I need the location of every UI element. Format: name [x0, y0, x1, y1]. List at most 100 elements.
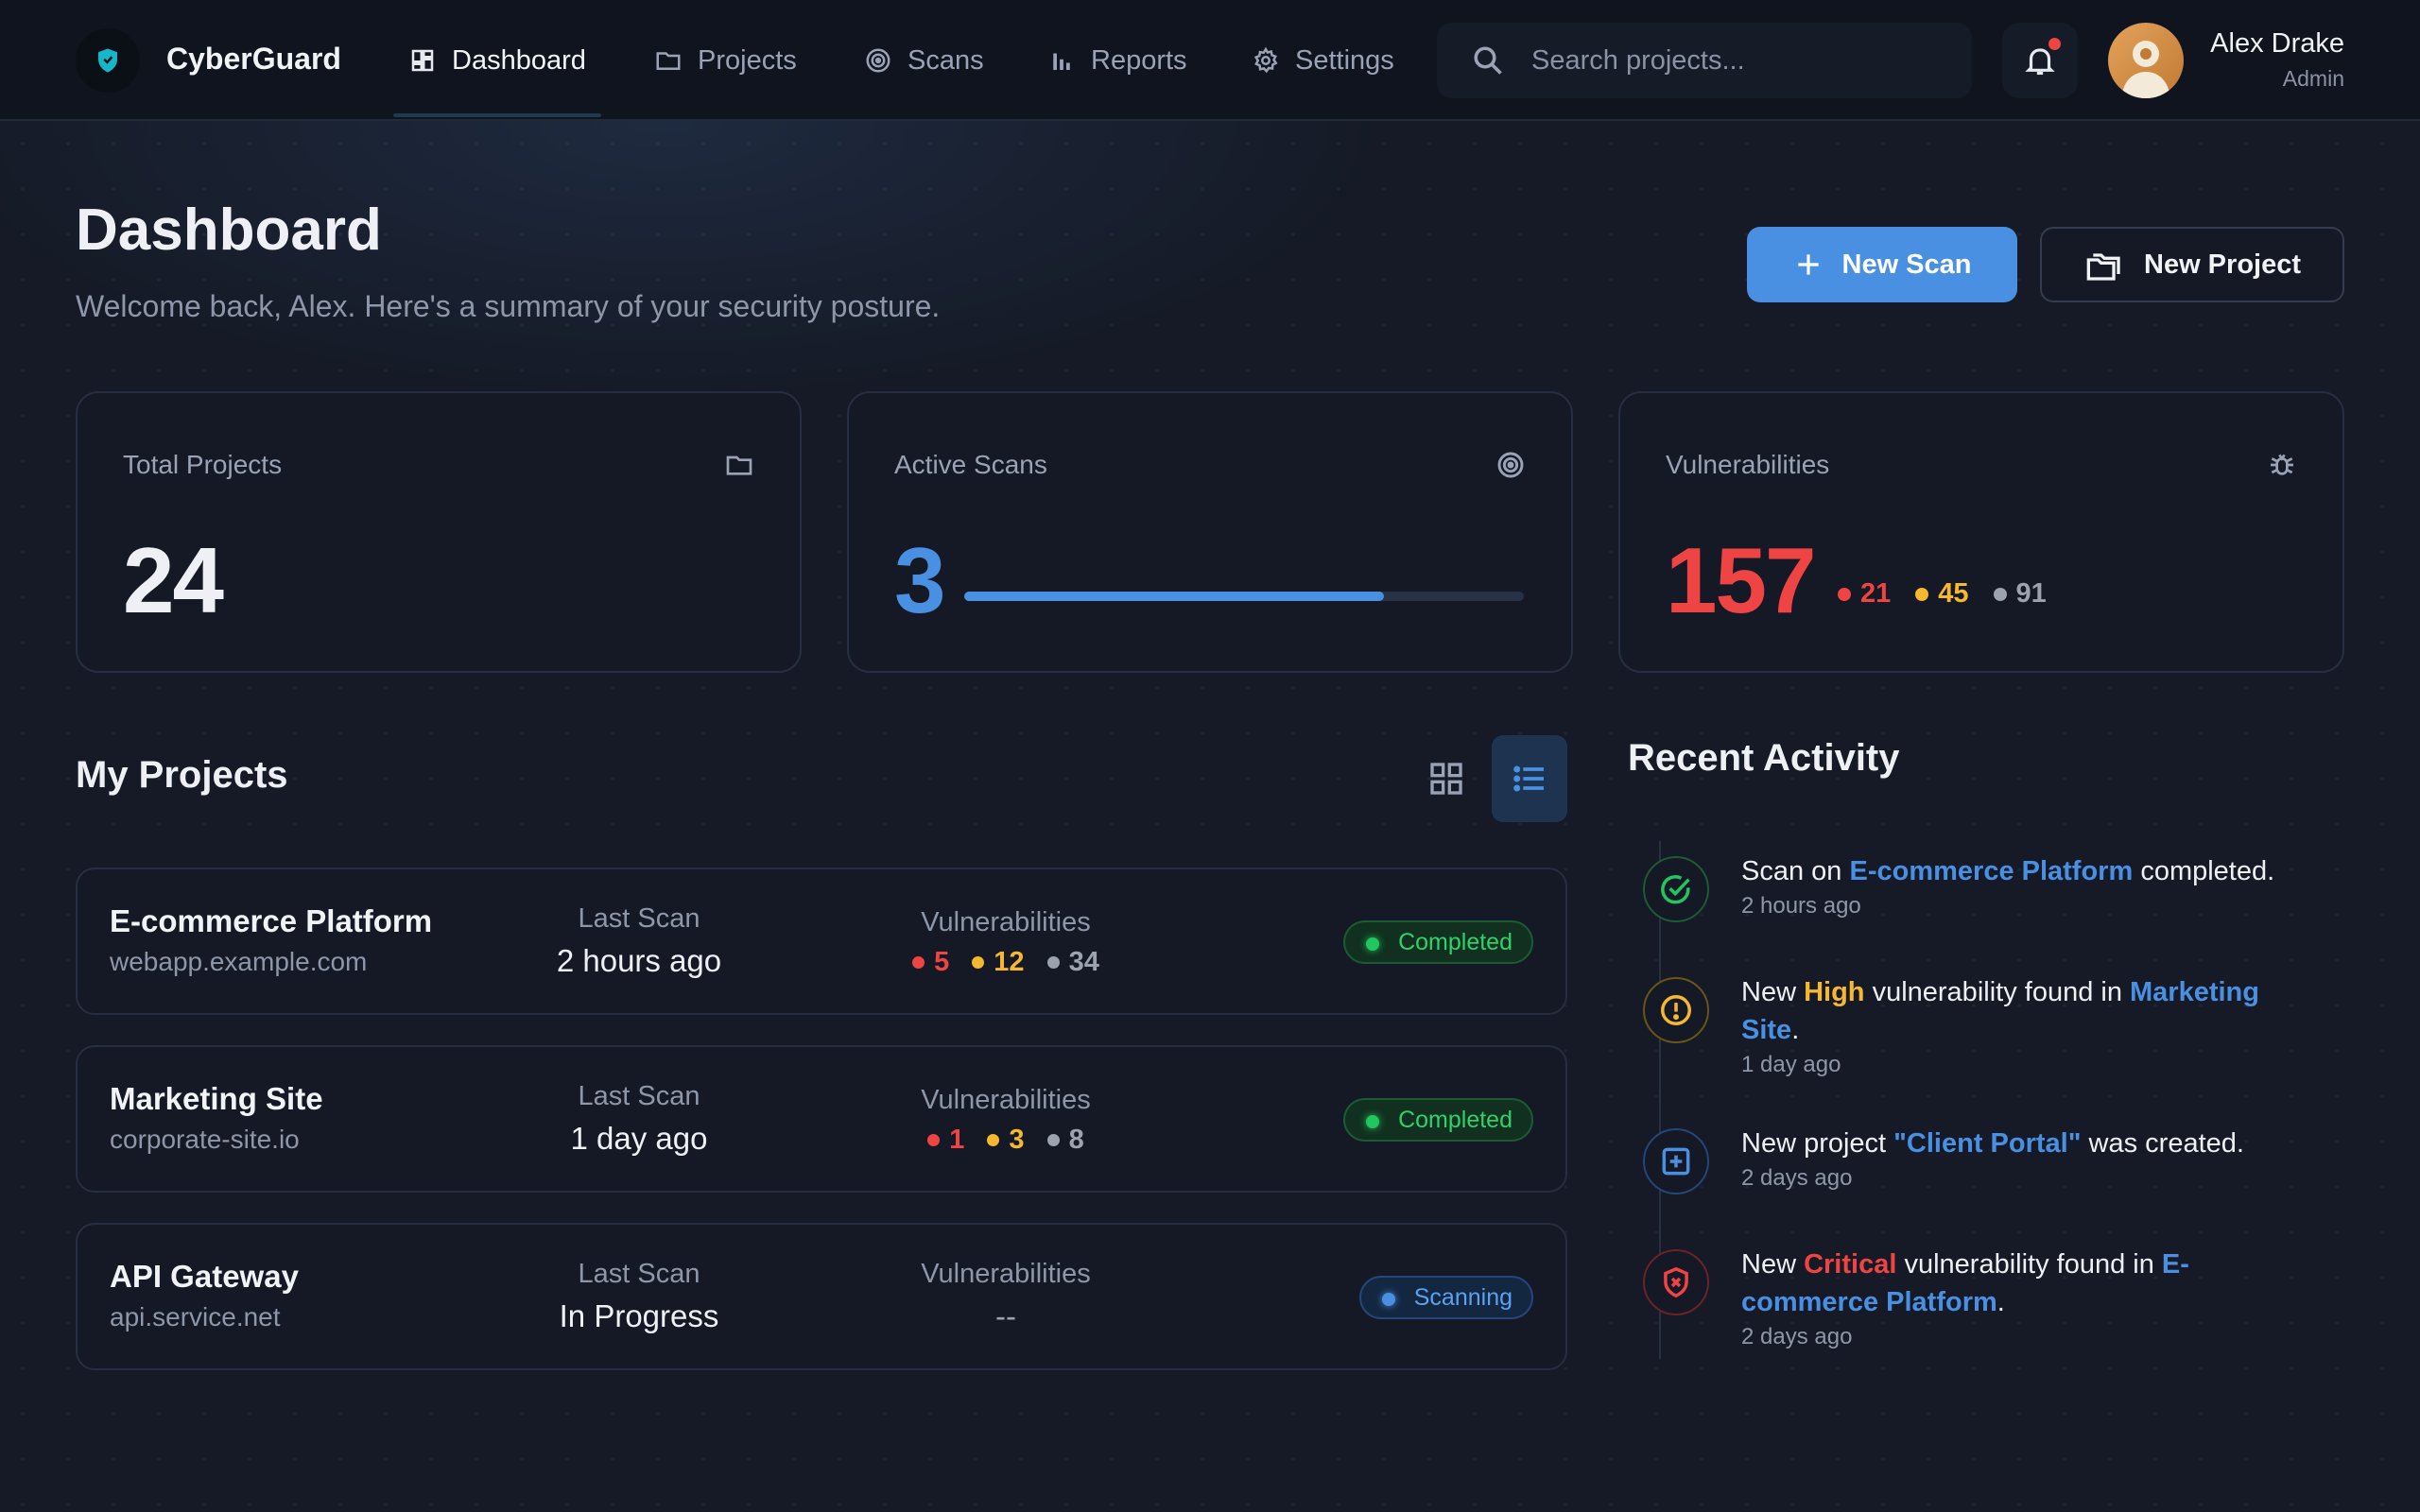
last-scan-label: Last Scan	[578, 1259, 700, 1289]
alert-circle-icon	[1661, 995, 1691, 1025]
high-count: 3	[987, 1125, 1025, 1156]
nav-scans-label: Scans	[908, 44, 984, 76]
severity-critical-text: Critical	[1804, 1249, 1897, 1280]
critical-count-value: 21	[1860, 578, 1892, 609]
user-avatar-icon	[2121, 41, 2170, 98]
project-url: webapp.example.com	[110, 947, 368, 976]
bug-icon	[2271, 454, 2293, 475]
new-scan-label: New Scan	[1841, 249, 1972, 280]
logo[interactable]	[76, 28, 140, 93]
list-view-button[interactable]	[1492, 735, 1567, 822]
vulns-label: Vulnerabilities	[921, 907, 1091, 937]
severity-high-text: High	[1804, 977, 1865, 1007]
activity-link[interactable]: "Client Portal"	[1893, 1128, 2081, 1159]
activity-text-part: completed.	[2133, 856, 2275, 886]
check-circle-icon	[1661, 875, 1690, 904]
project-vulns: 1 3 8	[864, 1125, 1148, 1156]
vulnerabilities-label: Vulnerabilities	[1666, 450, 1830, 479]
search-input[interactable]	[1531, 44, 1947, 77]
user-role: Admin	[2282, 66, 2344, 91]
activity-icon-wrap	[1643, 1128, 1709, 1194]
last-scan-label: Last Scan	[578, 1081, 700, 1111]
low-dot	[1046, 956, 1060, 969]
project-row[interactable]: E-commerce Platform webapp.example.com L…	[76, 868, 1567, 1015]
list-icon	[1513, 765, 1544, 792]
user-name: Alex Drake	[2210, 28, 2344, 59]
notification-dot	[2048, 38, 2061, 50]
activity-text: New High vulnerability found in Marketin…	[1741, 973, 2308, 1081]
nav-dashboard[interactable]: Dashboard	[393, 0, 601, 121]
activity-text: New Critical vulnerability found in E-co…	[1741, 1246, 2308, 1353]
new-project-button[interactable]: New Project	[2040, 227, 2344, 302]
activity-link[interactable]: E-commerce Platform	[1849, 856, 2133, 886]
active-scans-card: Active Scans 3	[847, 391, 1573, 673]
project-vulns: 5 12 34	[864, 947, 1148, 978]
last-scan-label: Last Scan	[578, 903, 700, 934]
high-dot	[972, 956, 985, 969]
critical-dot	[912, 956, 925, 969]
project-url: corporate-site.io	[110, 1125, 300, 1154]
activity-time: 2 hours ago	[1741, 893, 1861, 919]
dashboard-icon	[411, 49, 434, 72]
nav-projects-label: Projects	[698, 44, 797, 76]
my-projects-title: My Projects	[76, 754, 288, 796]
page-subtitle: Welcome back, Alex. Here's a summary of …	[76, 289, 941, 323]
vulnerabilities-value: 157	[1666, 528, 1817, 632]
project-url: api.service.net	[110, 1302, 281, 1332]
project-row[interactable]: Marketing Site corporate-site.io Last Sc…	[76, 1045, 1567, 1193]
vulnerabilities-card: Vulnerabilities 157 21 45 91	[1618, 391, 2344, 673]
new-project-label: New Project	[2144, 249, 2301, 280]
shield-x-icon	[1664, 1266, 1688, 1298]
activity-text-part: New	[1741, 977, 1805, 1007]
activity-text-part: .	[1791, 1015, 1800, 1045]
nav-settings[interactable]: Settings	[1252, 0, 1394, 121]
status-badge: Completed	[1343, 920, 1533, 964]
project-name[interactable]: API Gateway	[110, 1259, 299, 1295]
new-scan-button[interactable]: New Scan	[1747, 227, 2017, 302]
nav-projects[interactable]: Projects	[654, 0, 797, 121]
high-count-value: 3	[1009, 1125, 1025, 1155]
activity-text-part: vulnerability found in	[1896, 1249, 2162, 1280]
activity-text-part: was created.	[2081, 1128, 2244, 1159]
grid-icon	[1430, 763, 1462, 795]
high-dot	[987, 1134, 1000, 1146]
brand-name: CyberGuard	[166, 42, 341, 76]
low-count-value: 34	[1068, 947, 1099, 977]
nav-reports[interactable]: Reports	[1047, 0, 1187, 121]
high-dot	[1915, 587, 1929, 601]
nav-reports-label: Reports	[1091, 44, 1187, 76]
project-name[interactable]: Marketing Site	[110, 1081, 323, 1117]
low-count-value: 91	[2015, 578, 2047, 609]
critical-count: 21	[1838, 578, 1891, 610]
nav-scans[interactable]: Scans	[864, 0, 984, 121]
target-icon	[866, 48, 890, 73]
folders-icon	[2086, 253, 2120, 281]
notifications-button[interactable]	[2002, 23, 2078, 98]
search-box[interactable]	[1437, 23, 1972, 98]
status-badge: Completed	[1343, 1098, 1533, 1142]
activity-text: Scan on E-commerce Platform completed. 2…	[1741, 852, 2308, 922]
page-title: Dashboard	[76, 198, 382, 263]
activity-icon-wrap	[1643, 977, 1709, 1043]
low-count: 8	[1046, 1125, 1084, 1156]
low-dot	[1993, 587, 2007, 601]
activity-time: 2 days ago	[1741, 1324, 1853, 1349]
grid-view-button[interactable]	[1409, 735, 1484, 822]
severity-breakdown: 21 45 91	[1838, 578, 2047, 610]
last-scan-value: 1 day ago	[570, 1121, 708, 1156]
project-row[interactable]: API Gateway api.service.net Last Scan In…	[76, 1223, 1567, 1370]
low-count-value: 8	[1068, 1125, 1084, 1155]
recent-activity-title: Recent Activity	[1628, 737, 1900, 779]
folder-icon	[656, 52, 681, 70]
top-navigation-bar: CyberGuard Dashboard Projects Scans Repo…	[0, 0, 2420, 121]
project-name[interactable]: E-commerce Platform	[110, 903, 432, 939]
active-scans-value: 3	[894, 528, 945, 632]
avatar[interactable]	[2108, 23, 2184, 98]
high-count-value: 12	[994, 947, 1025, 977]
low-dot	[1046, 1134, 1060, 1146]
critical-count: 5	[912, 947, 949, 978]
last-scan-value: 2 hours ago	[556, 943, 722, 978]
folder-icon	[726, 455, 752, 475]
active-scans-label: Active Scans	[894, 450, 1047, 479]
low-count: 91	[1993, 578, 2047, 610]
